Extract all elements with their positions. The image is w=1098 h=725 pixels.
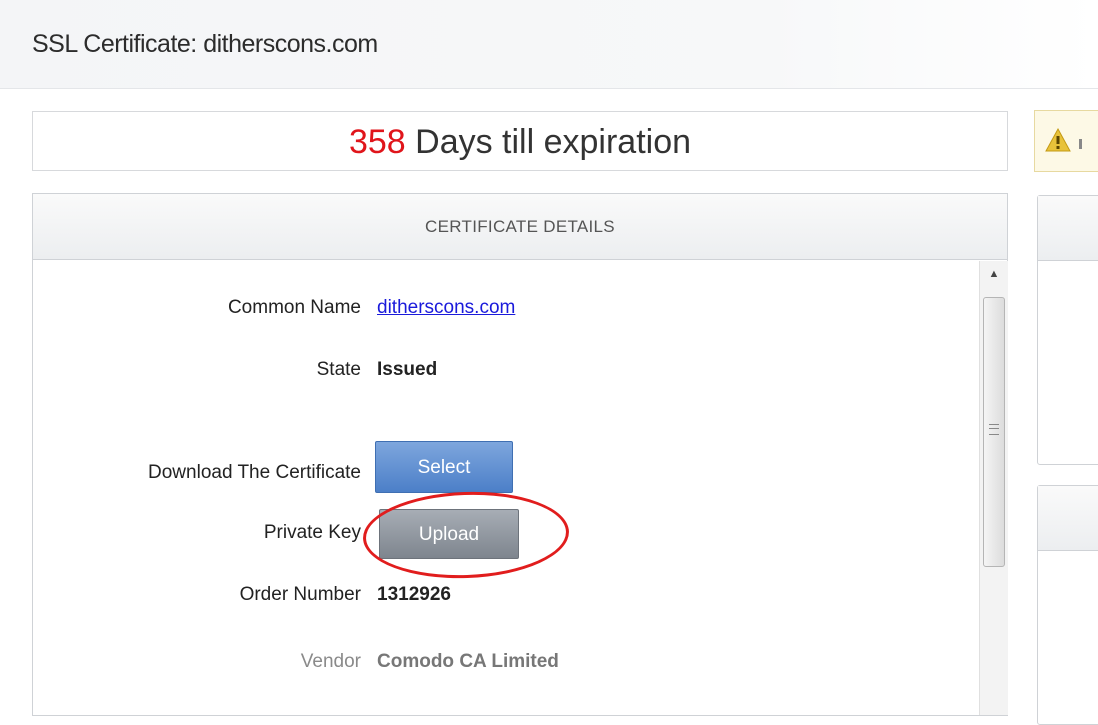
side-panel-bottom xyxy=(1037,485,1098,725)
order-number-label: Order Number xyxy=(239,584,361,605)
upload-button[interactable]: Upload xyxy=(379,509,519,559)
expiration-banner: 358 Days till expiration xyxy=(32,111,1008,171)
page-title: SSL Certificate: ditherscons.com xyxy=(32,30,378,58)
select-button[interactable]: Select xyxy=(375,441,513,493)
warning-panel xyxy=(1034,110,1098,172)
order-number-value: 1312926 xyxy=(377,584,451,605)
common-name-link[interactable]: ditherscons.com xyxy=(377,297,515,319)
warning-icon xyxy=(1045,127,1071,152)
download-label: Download The Certificate xyxy=(148,462,361,483)
certificate-details-panel: CERTIFICATE DETAILS Common Name dithersc… xyxy=(32,193,1008,716)
state-value: Issued xyxy=(377,359,438,380)
warning-text-fragment xyxy=(1079,139,1082,149)
side-panel-bottom-header xyxy=(1038,486,1098,551)
side-panel-top xyxy=(1037,195,1098,465)
expiration-text: Days till expiration xyxy=(405,123,692,161)
vendor-value: Comodo CA Limited xyxy=(377,651,559,672)
panel-header: CERTIFICATE DETAILS xyxy=(33,194,1007,260)
title-bar: SSL Certificate: ditherscons.com xyxy=(0,0,1098,89)
state-label: State xyxy=(316,359,361,380)
common-name-label: Common Name xyxy=(227,297,361,318)
grip-icon xyxy=(989,424,999,435)
scroll-thumb[interactable] xyxy=(983,297,1005,567)
vertical-scrollbar[interactable]: ▲ xyxy=(979,261,1008,715)
vendor-label: Vendor xyxy=(300,651,361,672)
expiration-days: 358 xyxy=(348,123,406,161)
private-key-label: Private Key xyxy=(263,522,361,543)
chevron-up-icon[interactable]: ▲ xyxy=(980,261,1008,287)
side-panel-top-header xyxy=(1038,196,1098,261)
